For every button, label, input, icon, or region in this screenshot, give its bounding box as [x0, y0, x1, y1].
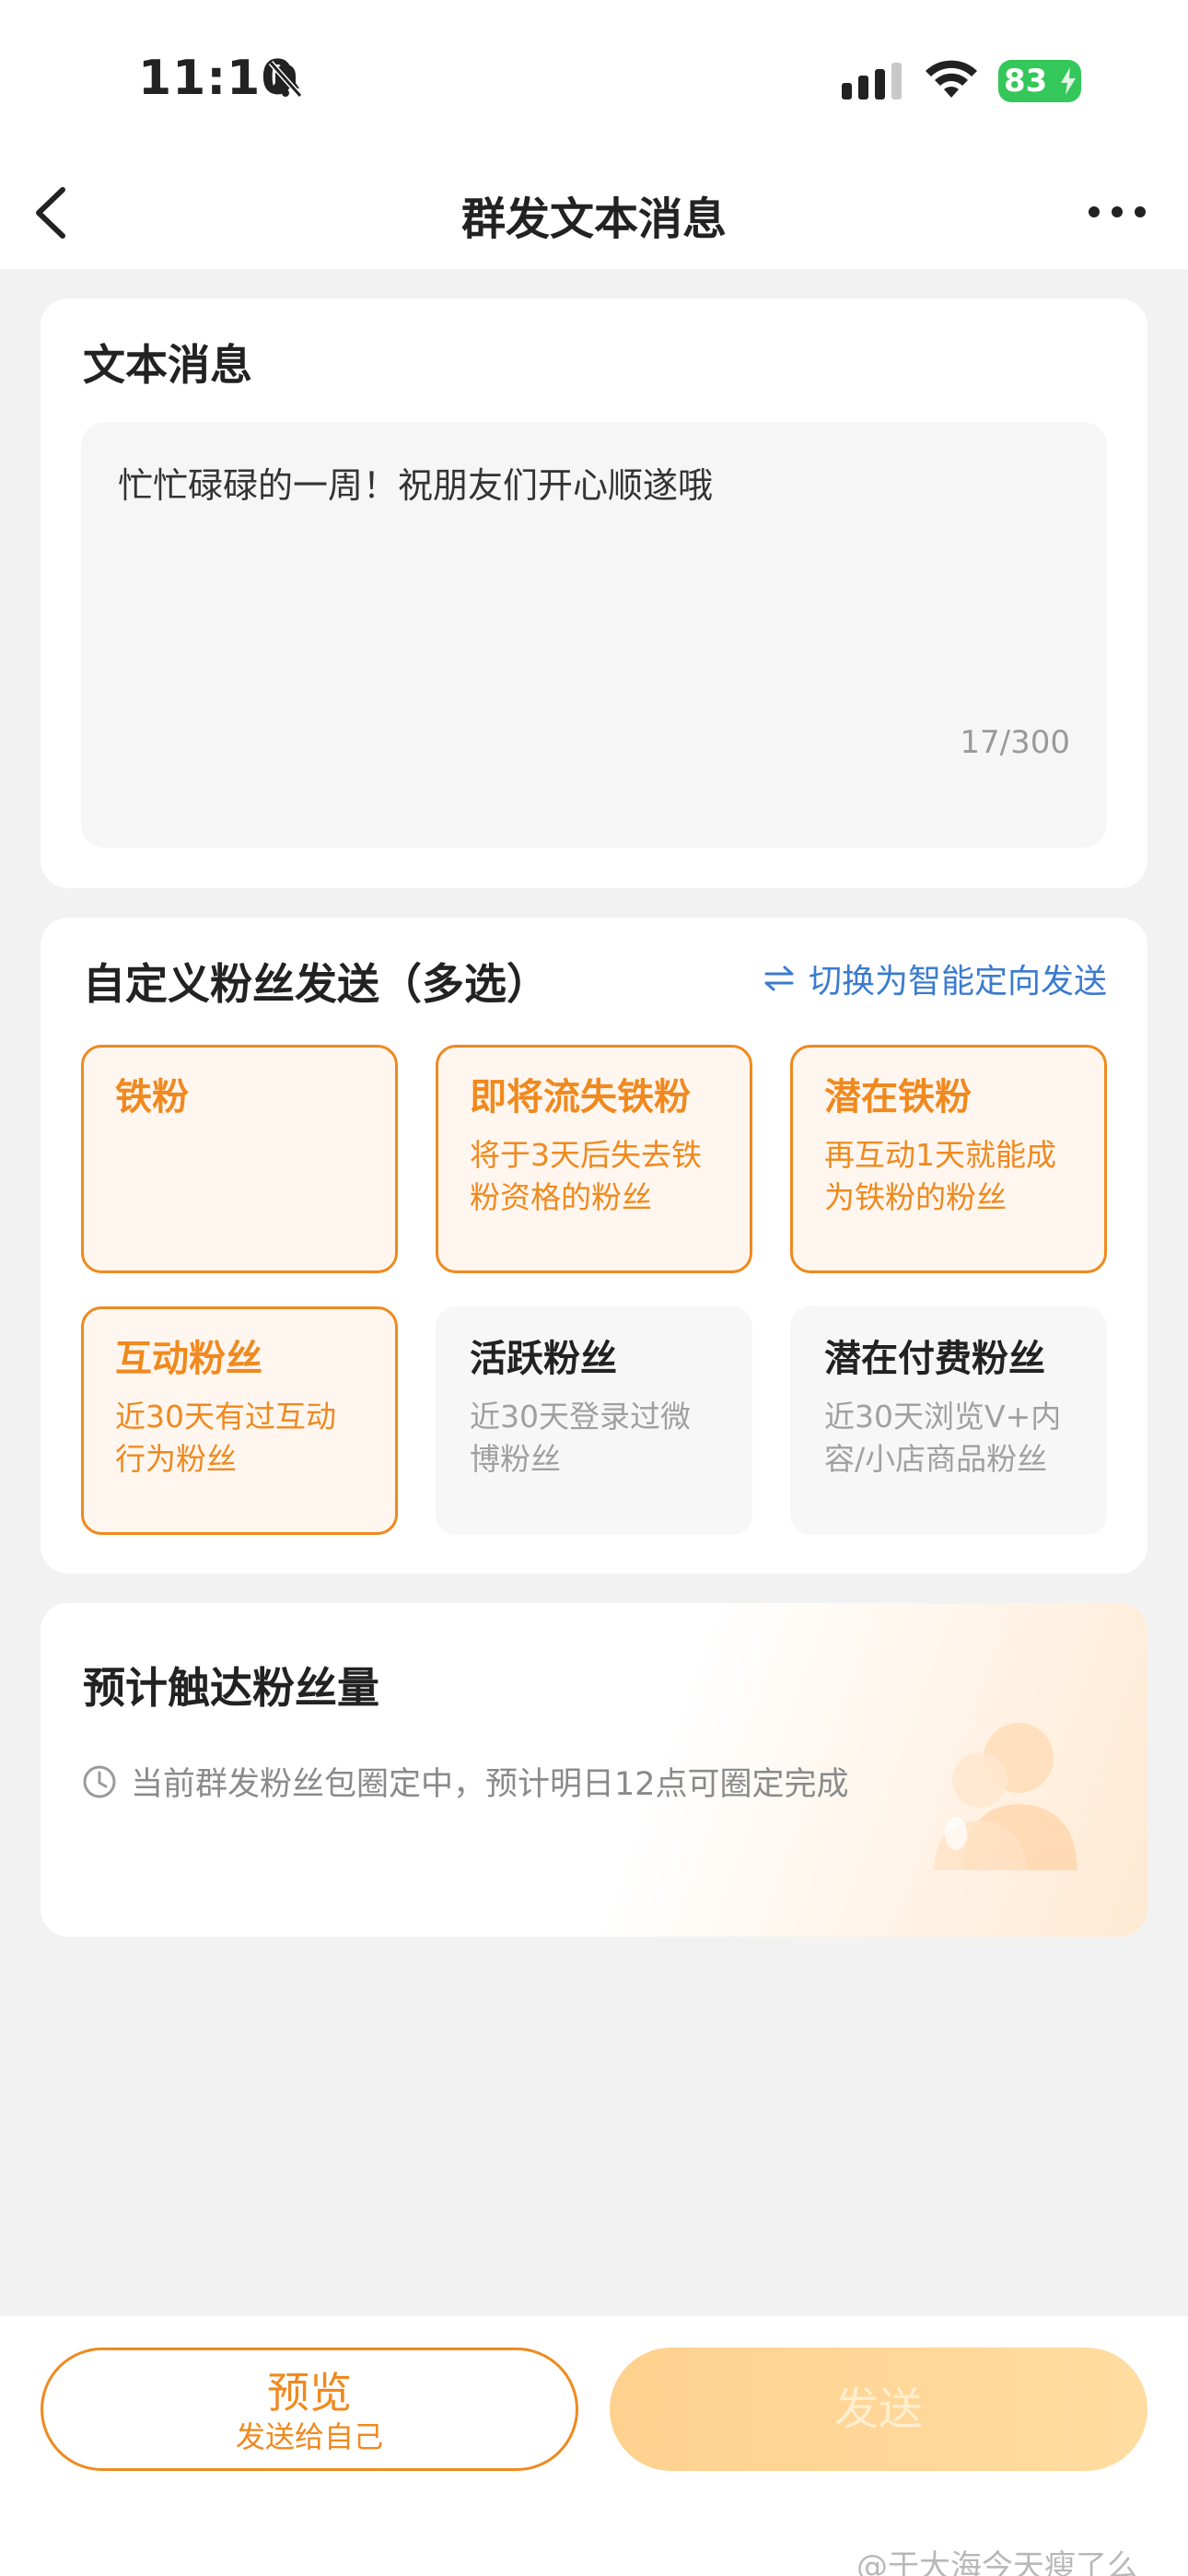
fan-option-name: 即将流失铁粉 — [470, 1076, 691, 1118]
fan-option-name: 潜在付费粉丝 — [824, 1338, 1045, 1380]
switch-label: 切换为智能定向发送 — [808, 963, 1107, 1001]
fan-option-desc: 再互动1天就能成为铁粉的粉丝 — [824, 1137, 1056, 1215]
fan-option-desc: 近30天有过互动行为粉丝 — [115, 1399, 336, 1477]
reach-note-text: 当前群发粉丝包圈定中，预计明日12点可圈定完成 — [131, 1766, 849, 1803]
clock-icon — [83, 1765, 116, 1797]
fan-option-potential-paying[interactable]: 潜在付费粉丝 近30天浏览V+内容/小店商品粉丝 — [790, 1306, 1107, 1535]
reach-section-title: 预计触达粉丝量 — [83, 1663, 379, 1713]
fan-option-interactive[interactable]: 互动粉丝 近30天有过互动行为粉丝 — [81, 1306, 398, 1535]
switch-targeting-link[interactable]: 切换为智能定向发送 — [763, 954, 1107, 1002]
send-button[interactable]: 发送 — [610, 2348, 1147, 2471]
fan-option-iron[interactable]: 铁粉 — [81, 1045, 398, 1273]
char-counter: 17/300 — [960, 724, 1070, 761]
fan-option-desc: 近30天登录过微博粉丝 — [470, 1399, 691, 1477]
fans-section-title: 自定义粉丝发送（多选） — [83, 959, 549, 1009]
nav-bar: 群发文本消息 — [0, 157, 1188, 269]
preview-label: 预览 — [267, 2368, 352, 2418]
message-text: 忙忙碌碌的一周！祝朋友们开心顺遂哦 — [118, 465, 714, 506]
switch-arrows-icon — [764, 966, 794, 991]
message-section-title: 文本消息 — [83, 340, 252, 390]
fan-option-desc: 将于3天后失去铁粉资格的粉丝 — [470, 1137, 702, 1215]
status-bar: 11:10 83 — [0, 0, 1188, 157]
fans-card: 自定义粉丝发送（多选） 切换为智能定向发送 铁粉 即将流失铁粉 将于3天后失去铁… — [41, 918, 1147, 1574]
fans-illustration-icon — [934, 1723, 1077, 1870]
message-card: 文本消息 忙忙碌碌的一周！祝朋友们开心顺遂哦 17/300 — [41, 299, 1147, 888]
fan-option-active[interactable]: 活跃粉丝 近30天登录过微博粉丝 — [436, 1306, 752, 1535]
fan-option-name: 互动粉丝 — [115, 1338, 262, 1380]
fan-option-desc: 近30天浏览V+内容/小店商品粉丝 — [824, 1399, 1062, 1477]
bottom-action-bar: 预览 发送给自己 发送 @于大海今天瘦了么 — [0, 2316, 1188, 2576]
preview-sublabel: 发送给自己 — [235, 2419, 383, 2454]
fan-option-name: 潜在铁粉 — [824, 1076, 972, 1118]
more-icon[interactable] — [1085, 193, 1149, 230]
watermark: @于大海今天瘦了么 — [856, 2548, 1138, 2576]
bell-slash-icon — [268, 61, 303, 98]
reach-note: 当前群发粉丝包圈定中，预计明日12点可圈定完成 — [81, 1758, 849, 1805]
reach-card: 预计触达粉丝量 当前群发粉丝包圈定中，预计明日12点可圈定完成 — [41, 1603, 1147, 1937]
fan-option-name: 铁粉 — [115, 1076, 189, 1118]
bolt-icon — [1061, 67, 1076, 95]
page-title: 群发文本消息 — [460, 193, 727, 245]
page: 11:10 83 群发文本消息 文本消息 忙忙碌碌的一周！祝朋友们开心顺遂哦 1… — [0, 0, 1188, 2576]
battery-level: 83 — [1004, 63, 1048, 100]
wifi-icon — [926, 60, 977, 98]
fan-option-losing-iron[interactable]: 即将流失铁粉 将于3天后失去铁粉资格的粉丝 — [436, 1045, 752, 1273]
signal-icon — [842, 63, 902, 100]
fan-option-name: 活跃粉丝 — [470, 1338, 617, 1380]
battery-icon: 83 — [998, 60, 1081, 102]
message-textarea[interactable]: 忙忙碌碌的一周！祝朋友们开心顺遂哦 17/300 — [81, 422, 1107, 848]
preview-button[interactable]: 预览 发送给自己 — [41, 2348, 578, 2471]
fan-option-potential-iron[interactable]: 潜在铁粉 再互动1天就能成为铁粉的粉丝 — [790, 1045, 1107, 1273]
